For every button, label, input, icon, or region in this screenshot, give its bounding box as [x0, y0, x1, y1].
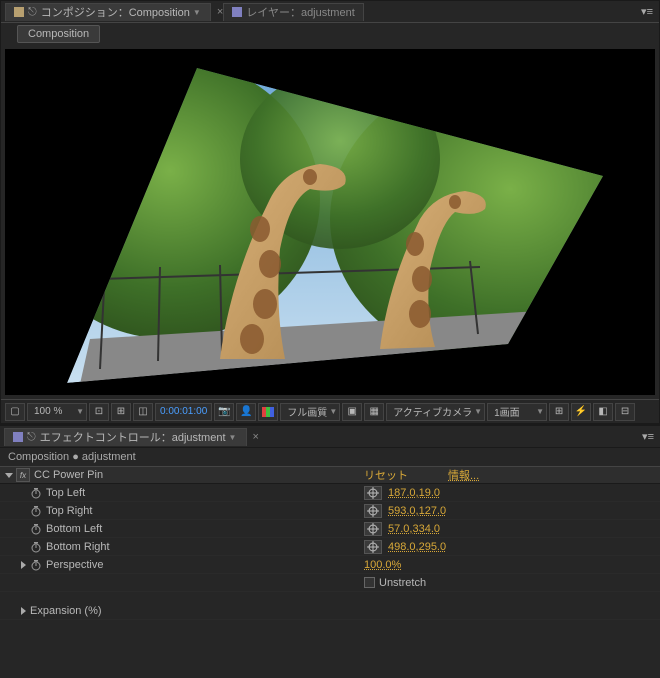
prop-row-unstretch: Unstretch	[0, 574, 660, 592]
prop-label: Bottom Right	[46, 541, 110, 553]
tab-composition[interactable]: ⎋ コンポジション：Composition ▼	[5, 3, 211, 21]
prop-value[interactable]: 593.0,127.0	[388, 505, 446, 517]
tab-layer-label: レイヤー：adjustment	[246, 4, 354, 20]
dropdown-icon[interactable]: ▼	[228, 432, 238, 442]
crosshair-icon[interactable]	[364, 486, 382, 500]
prop-label: Expansion (%)	[30, 605, 102, 617]
crosshair-icon[interactable]	[364, 540, 382, 554]
prop-label: Bottom Left	[46, 523, 102, 535]
link-icon: ⎋	[28, 6, 37, 19]
swatch-icon	[13, 432, 23, 442]
tab-effect-controls[interactable]: ⎋ エフェクトコントロール：adjustment ▼	[4, 428, 247, 446]
stopwatch-icon[interactable]	[30, 523, 42, 535]
swatch-icon	[14, 7, 24, 17]
prop-row-perspective: Perspective 100.0%	[0, 556, 660, 574]
quality-dropdown[interactable]: フル画質▼	[280, 403, 340, 421]
channels-icon[interactable]	[258, 403, 278, 421]
stopwatch-icon[interactable]	[30, 487, 42, 499]
views-value: 1画面	[494, 404, 520, 419]
prop-value[interactable]: 100.0%	[364, 559, 401, 571]
breadcrumb-text: Composition ● adjustment	[8, 451, 136, 463]
exposure-icon[interactable]: ▣	[342, 403, 362, 421]
breadcrumb: Composition ● adjustment	[0, 448, 660, 466]
sub-tab-row: Composition	[1, 23, 659, 45]
fx-badge-icon[interactable]: fx	[16, 468, 30, 482]
show-snapshot-icon[interactable]: 👤	[236, 403, 256, 421]
crosshair-icon[interactable]	[364, 504, 382, 518]
timecode-value: 0:00:01:00	[160, 406, 207, 417]
prop-value[interactable]: 57.0,334.0	[388, 523, 440, 535]
dropdown-icon[interactable]: ▼	[192, 7, 202, 17]
prop-label: Perspective	[46, 559, 103, 571]
tab-effect-controls-label: エフェクトコントロール：adjustment	[40, 429, 226, 445]
effect-header-row[interactable]: fx CC Power Pin リセット 情報...	[0, 466, 660, 484]
swatch-icon	[232, 7, 242, 17]
mask-icon[interactable]: ◫	[133, 403, 153, 421]
link-icon: ⎋	[27, 431, 36, 444]
pixel-aspect-icon[interactable]: ⊞	[549, 403, 569, 421]
panel-menu-icon[interactable]: ▾≡	[642, 430, 654, 443]
prop-row-top-left: Top Left 187.0,19.0	[0, 484, 660, 502]
prop-value[interactable]: 498.0,295.0	[388, 541, 446, 553]
prop-label: Top Right	[46, 505, 92, 517]
prop-row-bottom-left: Bottom Left 57.0,334.0	[0, 520, 660, 538]
flowchart-icon[interactable]: ⊟	[615, 403, 635, 421]
snapshot-icon[interactable]: 📷	[214, 403, 234, 421]
reset-link[interactable]: リセット	[364, 467, 408, 483]
zoom-value: 100 %	[34, 406, 62, 417]
camera-dropdown[interactable]: アクティブカメラ▼	[386, 403, 485, 421]
alpha-icon[interactable]: ▦	[364, 403, 384, 421]
roi-icon[interactable]: ⊡	[89, 403, 109, 421]
prop-label: Unstretch	[379, 577, 426, 589]
crosshair-icon[interactable]	[364, 522, 382, 536]
composition-viewer[interactable]	[5, 49, 655, 395]
views-dropdown[interactable]: 1画面▼	[487, 403, 547, 421]
composition-panel: ⎋ コンポジション：Composition ▼ × レイヤー：adjustmen…	[0, 0, 660, 424]
timeline-icon[interactable]: ◧	[593, 403, 613, 421]
stopwatch-icon[interactable]	[30, 559, 42, 571]
composition-tab-bar: ⎋ コンポジション：Composition ▼ × レイヤー：adjustmen…	[1, 1, 659, 23]
camera-value: アクティブカメラ	[393, 404, 472, 419]
grid-icon[interactable]: ⊞	[111, 403, 131, 421]
panel-menu-icon[interactable]: ▾≡	[641, 5, 653, 18]
tab-layer[interactable]: レイヤー：adjustment	[223, 3, 363, 21]
twirl-right-icon[interactable]	[18, 606, 28, 616]
unstretch-checkbox[interactable]	[364, 577, 375, 588]
prop-row-bottom-right: Bottom Right 498.0,295.0	[0, 538, 660, 556]
quality-value: フル画質	[287, 404, 327, 419]
always-preview-icon[interactable]: ▢	[5, 403, 25, 421]
twirl-right-icon[interactable]	[18, 560, 28, 570]
close-icon[interactable]: ×	[253, 431, 259, 443]
prop-label: Top Left	[46, 487, 85, 499]
viewer-toolbar: ▢ 100 %▼ ⊡ ⊞ ◫ 0:00:01:00 📷 👤 フル画質▼ ▣ ▦ …	[1, 399, 659, 423]
zoom-dropdown[interactable]: 100 %▼	[27, 403, 87, 421]
twirl-down-icon[interactable]	[4, 470, 14, 480]
viewer-canvas	[5, 49, 655, 395]
effect-name: CC Power Pin	[34, 469, 103, 481]
sub-tab-label: Composition	[28, 28, 89, 40]
stopwatch-icon[interactable]	[30, 541, 42, 553]
prop-value[interactable]: 187.0,19.0	[388, 487, 440, 499]
fast-preview-icon[interactable]: ⚡	[571, 403, 591, 421]
effects-tab-bar: ⎋ エフェクトコントロール：adjustment ▼ × ▾≡	[0, 426, 660, 448]
sub-tab-composition[interactable]: Composition	[17, 25, 100, 43]
prop-row-expansion: Expansion (%)	[0, 602, 660, 620]
effect-controls-panel: ⎋ エフェクトコントロール：adjustment ▼ × ▾≡ Composit…	[0, 424, 660, 678]
info-link[interactable]: 情報...	[448, 467, 479, 483]
timecode-field[interactable]: 0:00:01:00	[155, 403, 212, 421]
prop-row-top-right: Top Right 593.0,127.0	[0, 502, 660, 520]
tab-composition-label: コンポジション：Composition	[41, 4, 190, 20]
stopwatch-icon[interactable]	[30, 505, 42, 517]
